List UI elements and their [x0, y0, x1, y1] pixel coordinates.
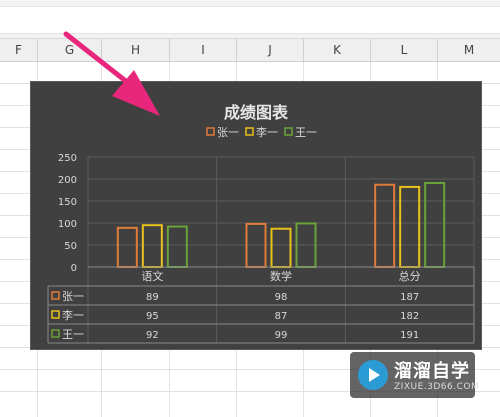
watermark-subtitle: ZIXUE.3D66.COM [394, 382, 480, 392]
watermark-title: 溜溜自学 [394, 361, 470, 382]
watermark: 溜溜自学 ZIXUE.3D66.COM [350, 352, 479, 398]
play-logo-icon [358, 360, 388, 390]
